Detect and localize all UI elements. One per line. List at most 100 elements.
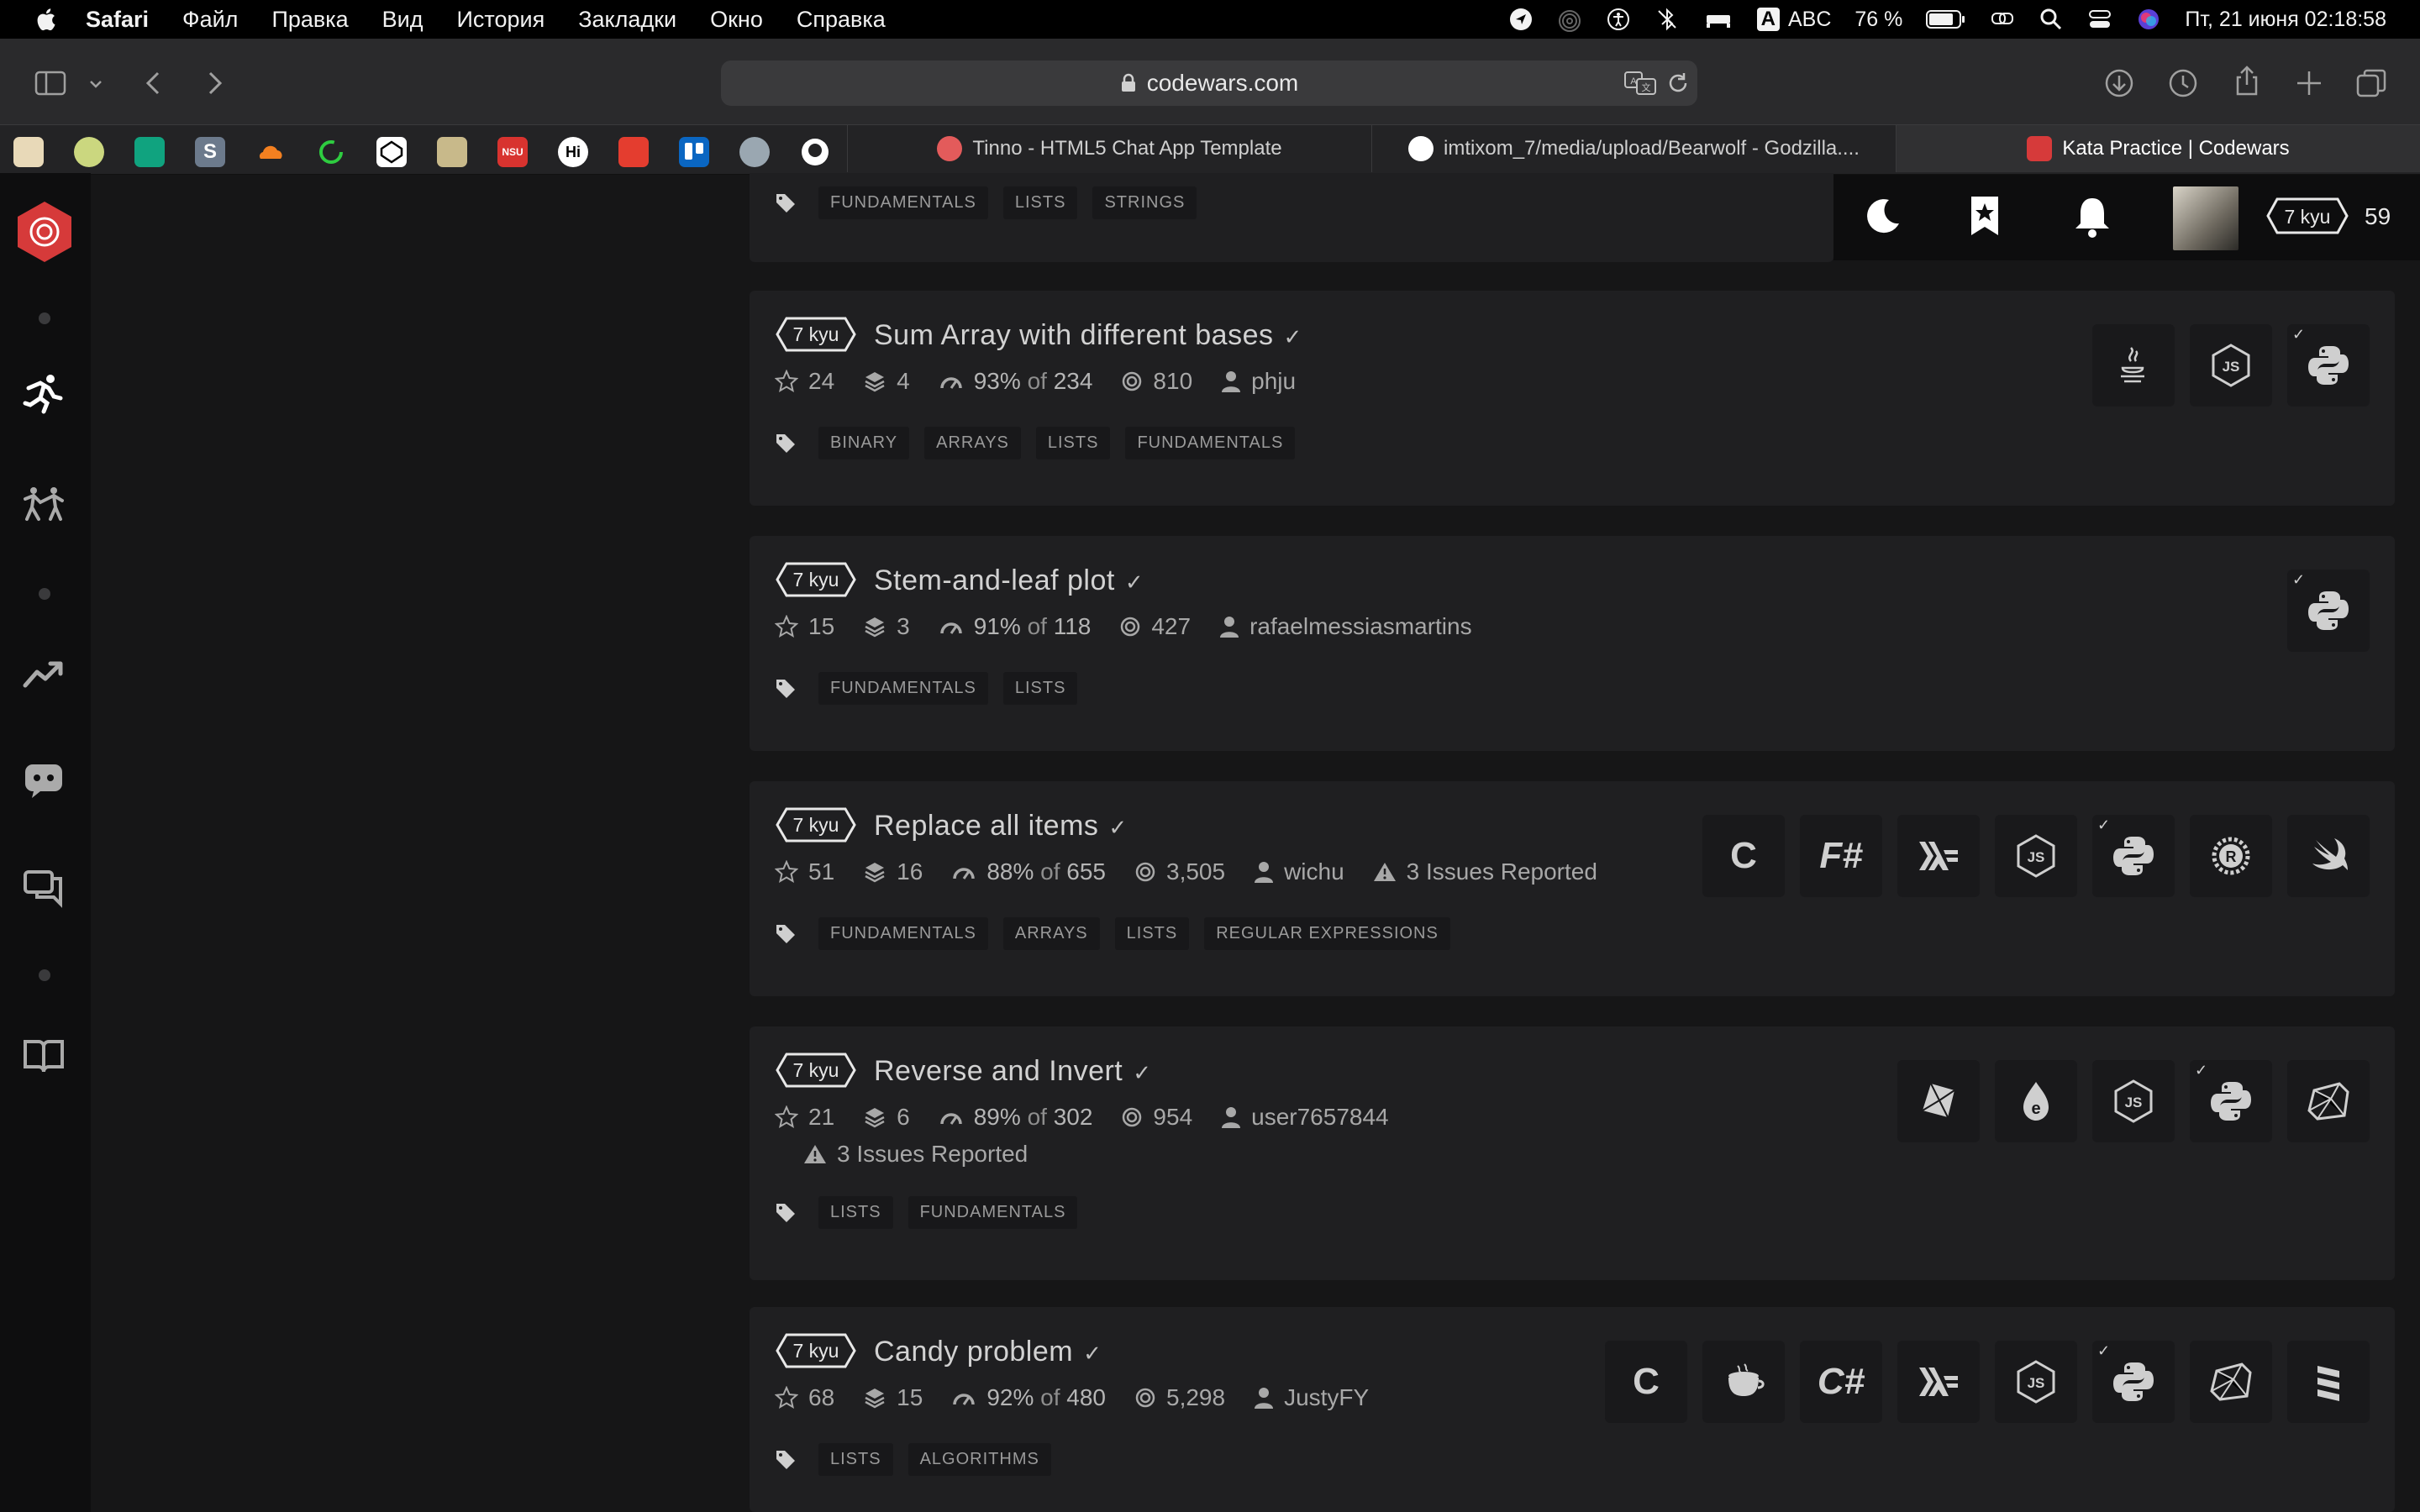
bookmark-icon[interactable] [1968, 195, 2002, 237]
globe-favorite-icon[interactable] [739, 137, 770, 167]
rust-icon[interactable]: R [2190, 815, 2272, 897]
grid-favorite-icon[interactable] [618, 137, 649, 167]
python-icon[interactable]: ✓ [2092, 1341, 2175, 1423]
tab-tinno[interactable]: Tinno - HTML5 Chat App Template [847, 125, 1371, 172]
haskell-icon[interactable] [1897, 1341, 1980, 1423]
python-icon[interactable]: ✓ [2287, 324, 2370, 407]
chatgpt-favorite-icon[interactable] [134, 137, 165, 167]
tab-github[interactable]: imtixom_7/media/upload/Bearwolf - Godzil… [1371, 125, 1896, 172]
stars-stat[interactable]: 15 [775, 613, 834, 640]
kata-card[interactable]: 7 kyu Candy problem ✓ 68 15 92% of 480 5,… [750, 1307, 2395, 1512]
kata-card-partial[interactable]: FUNDAMENTALS LISTS STRINGS [750, 173, 1833, 262]
chevron-down-icon[interactable] [87, 76, 104, 92]
scala-icon[interactable] [2287, 1341, 2370, 1423]
docs-book-icon[interactable] [22, 1033, 66, 1077]
tag[interactable]: LISTS [1002, 186, 1078, 219]
elixir-icon[interactable]: e [1995, 1060, 2077, 1142]
tab-overview-icon[interactable] [2354, 66, 2388, 100]
stars-stat[interactable]: 24 [775, 368, 834, 395]
tab-codewars[interactable]: Kata Practice | Codewars [1896, 125, 2420, 172]
javascript-icon[interactable]: JS [2190, 324, 2272, 407]
kata-rank-badge[interactable]: 7 kyu [775, 806, 857, 843]
swift-icon[interactable] [2287, 815, 2370, 897]
location-icon[interactable] [1508, 7, 1534, 32]
hi-favorite-icon[interactable]: Hi [558, 137, 588, 167]
ruby-icon[interactable] [2190, 1341, 2272, 1423]
stars-stat[interactable]: 68 [775, 1384, 834, 1411]
issues-stat[interactable]: 3 Issues Reported [1373, 858, 1597, 885]
kata-title-link[interactable]: Candy problem ✓ [874, 1336, 1102, 1368]
tag[interactable]: LISTS [1002, 672, 1078, 705]
kata-rank-badge[interactable]: 7 kyu [775, 1052, 857, 1089]
menu-edit[interactable]: Правка [271, 7, 348, 33]
kata-title-link[interactable]: Reverse and Invert ✓ [874, 1055, 1152, 1088]
kata-rank-badge[interactable]: 7 kyu [775, 1332, 857, 1369]
ruby-icon[interactable] [2287, 1060, 2370, 1142]
author-stat[interactable]: user7657844 [1221, 1104, 1389, 1131]
menu-bookmarks[interactable]: Закладки [578, 7, 676, 33]
translate-icon[interactable]: A文 [1623, 69, 1657, 97]
tag[interactable]: FUNDAMENTALS [908, 1196, 1078, 1229]
favorite-2-icon[interactable] [74, 137, 104, 167]
fsharp-icon[interactable]: F# [1800, 815, 1882, 897]
bed-icon[interactable] [1703, 7, 1733, 32]
tag[interactable]: LISTS [1114, 917, 1190, 950]
new-tab-icon[interactable] [2292, 66, 2326, 100]
address-bar[interactable]: codewars.com [721, 60, 1697, 106]
python-icon[interactable]: ✓ [2190, 1060, 2272, 1142]
practice-icon[interactable] [22, 482, 66, 526]
tag[interactable]: BINARY [818, 427, 910, 459]
back-icon[interactable] [138, 66, 171, 100]
notifications-bell-icon[interactable] [2072, 195, 2112, 239]
javascript-icon[interactable]: JS [1995, 815, 2077, 897]
kata-card[interactable]: 7 kyu Stem-and-leaf plot ✓ 15 3 91% of 11… [750, 536, 2395, 751]
author-stat[interactable]: rafaelmessiasmartins [1219, 613, 1472, 640]
haskell-icon[interactable] [1897, 815, 1980, 897]
tag[interactable]: STRINGS [1092, 186, 1197, 219]
avatar[interactable] [2173, 186, 2238, 250]
bluetooth-icon[interactable] [1655, 7, 1680, 32]
share-icon[interactable] [2230, 64, 2264, 97]
tag[interactable]: ARRAYS [1002, 917, 1100, 950]
leaderboard-trend-icon[interactable] [22, 652, 66, 696]
javascript-icon[interactable]: JS [1995, 1341, 2077, 1423]
favorite-1-icon[interactable] [13, 137, 44, 167]
tag[interactable]: REGULAR EXPRESSIONS [1204, 917, 1450, 950]
nsu-favorite-icon[interactable]: NSU [497, 137, 528, 167]
kata-card[interactable]: 7 kyu Replace all items ✓ 51 16 88% of 65… [750, 781, 2395, 996]
author-stat[interactable]: JustyFY [1254, 1384, 1369, 1411]
reload-icon[interactable] [1665, 71, 1691, 96]
tag[interactable]: ALGORITHMS [908, 1443, 1051, 1476]
issues-stat[interactable]: 3 Issues Reported [803, 1141, 1028, 1168]
python-icon[interactable]: ✓ [2092, 815, 2175, 897]
java-icon[interactable] [2092, 324, 2175, 407]
menu-view[interactable]: Вид [382, 7, 424, 33]
control-center-icon[interactable] [2087, 7, 2112, 32]
forward-icon[interactable] [197, 66, 230, 100]
spotlight-search-icon[interactable] [2039, 7, 2064, 32]
card-favorite-icon[interactable] [437, 137, 467, 167]
python-icon[interactable]: ✓ [2287, 570, 2370, 652]
discord-icon[interactable] [22, 758, 66, 801]
refresh-favorite-icon[interactable] [316, 137, 346, 167]
sidebar-toggle-icon[interactable] [34, 66, 67, 100]
menu-file[interactable]: Файл [182, 7, 238, 33]
s-favorite-icon[interactable]: S [195, 137, 225, 167]
tag[interactable]: LISTS [818, 1196, 893, 1229]
kata-card[interactable]: 7 kyu Sum Array with different bases ✓ 24… [750, 291, 2395, 506]
c-icon[interactable]: C [1605, 1341, 1687, 1423]
tag[interactable]: LISTS [1035, 427, 1111, 459]
discussions-icon[interactable] [22, 867, 66, 911]
kata-rank-badge[interactable]: 7 kyu [775, 316, 857, 353]
clock[interactable]: Пт, 21 июня 02:18:58 [2185, 8, 2386, 32]
crystal-icon[interactable] [1897, 1060, 1980, 1142]
battery-icon[interactable] [1926, 8, 1966, 30]
menu-window[interactable]: Окно [710, 7, 763, 33]
tag[interactable]: FUNDAMENTALS [818, 672, 988, 705]
user-rank-badge[interactable]: 7 kyu [2265, 197, 2349, 235]
kata-card[interactable]: 7 kyu Reverse and Invert ✓ 21 6 89% of 30… [750, 1026, 2395, 1280]
accessibility-icon[interactable] [1606, 7, 1631, 32]
author-stat[interactable]: wichu [1254, 858, 1344, 885]
kata-title-link[interactable]: Sum Array with different bases ✓ [874, 319, 1302, 352]
train-icon[interactable] [22, 371, 66, 415]
